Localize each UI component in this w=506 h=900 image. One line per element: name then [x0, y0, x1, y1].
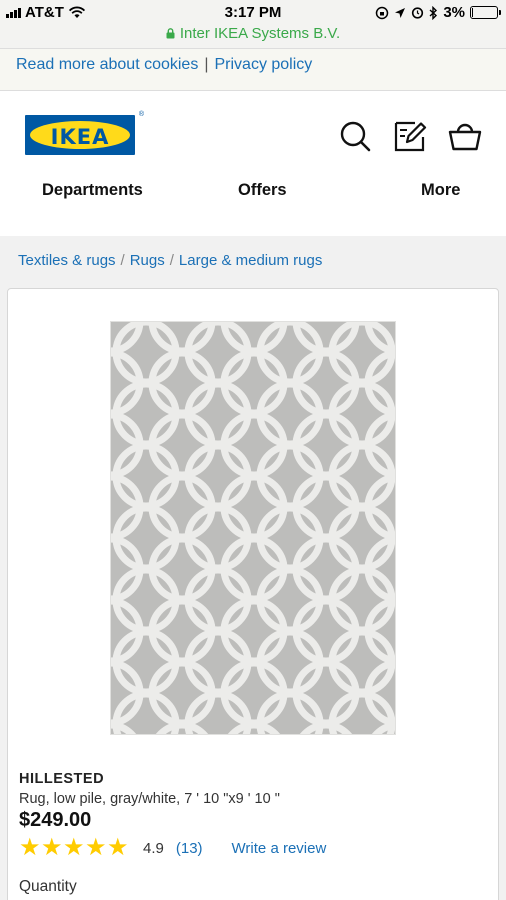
- nav-departments[interactable]: Departments: [42, 181, 143, 200]
- breadcrumb-rugs[interactable]: Rugs: [130, 252, 165, 269]
- logo-text: IKEA: [50, 125, 110, 149]
- star-rating[interactable]: ★ ★ ★ ★ ★: [19, 836, 129, 860]
- privacy-policy-link[interactable]: Privacy policy: [214, 56, 312, 73]
- search-icon[interactable]: [338, 119, 372, 153]
- star-icon: ★: [41, 834, 63, 861]
- site-header: IKEA ® Departments Offers More: [0, 91, 506, 235]
- cookie-separator: |: [204, 56, 209, 73]
- ikea-logo[interactable]: IKEA ®: [25, 111, 144, 155]
- quantity-label: Quantity: [19, 878, 77, 895]
- shopping-list-icon[interactable]: [393, 119, 427, 153]
- nav-more[interactable]: More: [421, 181, 460, 200]
- star-icon: ★: [107, 834, 129, 861]
- write-review-link[interactable]: Write a review: [232, 840, 327, 857]
- product-info: HILLESTED Rug, low pile, gray/white, 7 '…: [19, 771, 488, 896]
- breadcrumb-textiles-rugs[interactable]: Textiles & rugs: [18, 252, 116, 269]
- product-card: HILLESTED Rug, low pile, gray/white, 7 '…: [7, 288, 499, 900]
- star-icon: ★: [63, 834, 85, 861]
- star-icon: ★: [19, 834, 41, 861]
- review-count-link[interactable]: (13): [176, 840, 203, 857]
- battery-icon: [470, 6, 501, 19]
- product-description: Rug, low pile, gray/white, 7 ' 10 "x9 ' …: [19, 791, 280, 807]
- product-name[interactable]: HILLESTED: [19, 771, 488, 787]
- site-name: Inter IKEA Systems B.V.: [179, 25, 341, 42]
- star-icon: ★: [85, 834, 107, 861]
- battery-percent: 3%: [443, 4, 465, 21]
- product-image[interactable]: [110, 321, 396, 735]
- breadcrumb-large-medium-rugs[interactable]: Large & medium rugs: [179, 252, 322, 269]
- registered-mark: ®: [138, 111, 144, 118]
- status-bar: AT&T 3:17 PM 3%: [0, 0, 506, 24]
- rating-score: 4.9: [143, 839, 164, 857]
- location-icon: [395, 7, 406, 18]
- url-bar[interactable]: Inter IKEA Systems B.V.: [0, 24, 506, 48]
- nav-offers[interactable]: Offers: [238, 181, 287, 200]
- shopping-bag-icon[interactable]: [448, 119, 482, 153]
- product-price: $249.00: [19, 809, 92, 831]
- breadcrumb: Textiles & rugs / Rugs / Large & medium rugs: [18, 252, 323, 269]
- rotation-lock-icon: [376, 6, 389, 19]
- alarm-icon: [412, 7, 424, 19]
- rating-row: ★ ★ ★ ★ ★ 4.9 (13) Write a review: [19, 835, 488, 861]
- read-more-cookies-link[interactable]: Read more about cookies: [16, 56, 198, 73]
- lock-icon: [166, 28, 175, 39]
- cookie-bar: Read more about cookies | Privacy policy: [0, 48, 506, 91]
- main-nav: Departments Offers More: [0, 181, 506, 211]
- bluetooth-icon: [429, 5, 438, 20]
